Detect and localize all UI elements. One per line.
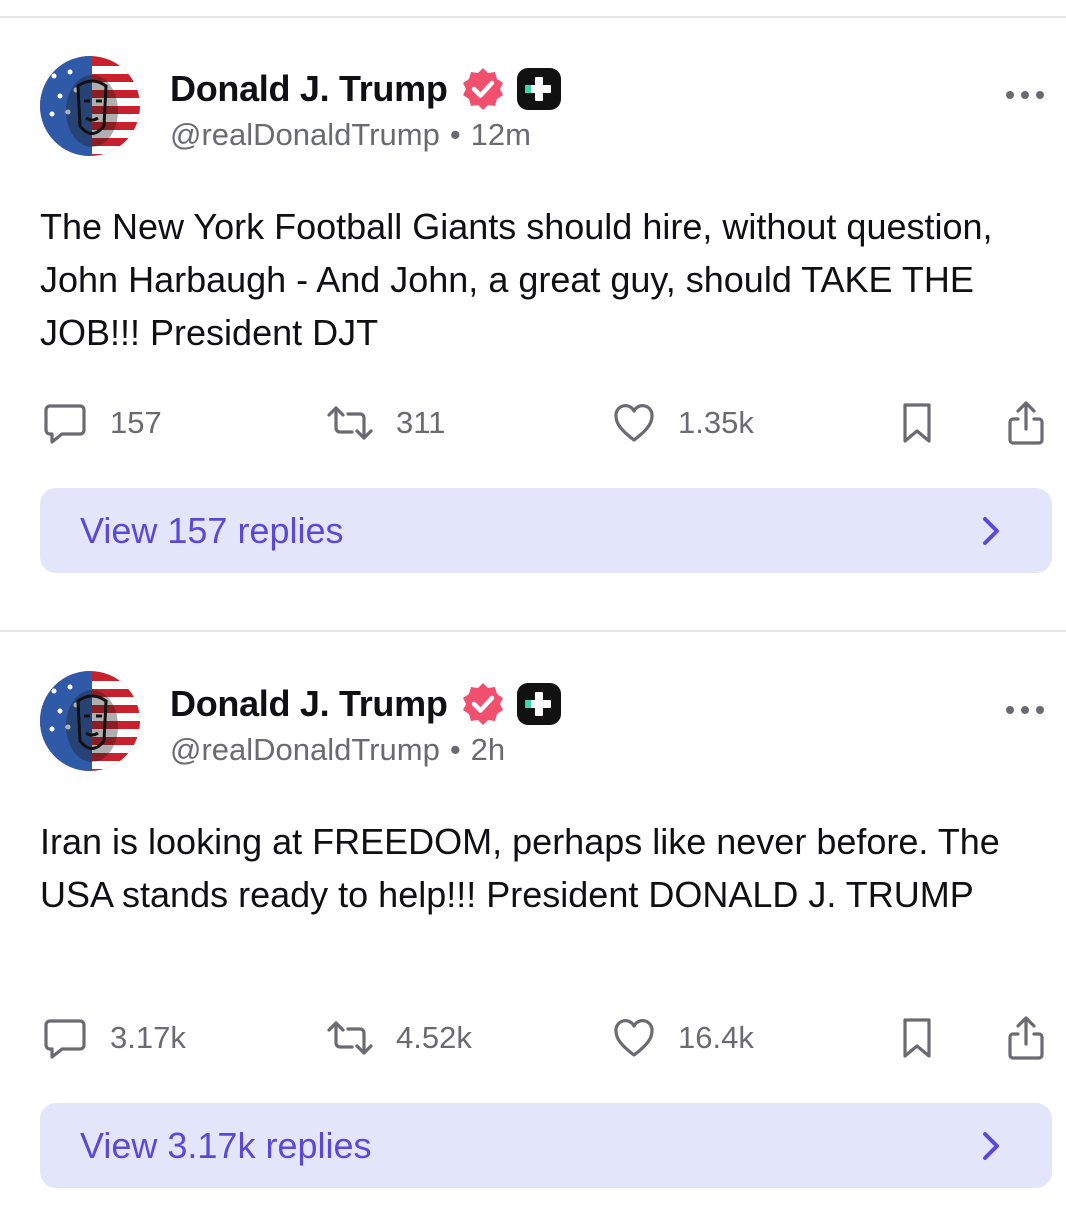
comment-icon [44, 1019, 86, 1059]
comment-icon [44, 404, 86, 444]
repost-count: 311 [396, 405, 446, 440]
plus-badge-icon [516, 68, 561, 110]
repost-button[interactable]: 4.52k [326, 1010, 472, 1066]
post-text: Iran is looking at FREEDOM, perhaps like… [40, 821, 1000, 915]
share-button[interactable] [1005, 1010, 1047, 1066]
author-name[interactable]: Donald J. Trump [170, 68, 448, 110]
author-name[interactable]: Donald J. Trump [170, 683, 448, 725]
post-time[interactable]: 2h [471, 732, 505, 768]
action-bar: 157 311 1.35k [0, 395, 1066, 451]
like-count: 1.35k [678, 405, 754, 440]
meta-separator: • [449, 732, 461, 767]
post-time[interactable]: 12m [471, 117, 531, 153]
post-text: The New York Football Giants should hire… [40, 206, 993, 353]
author-handle[interactable]: @realDonaldTrump [170, 732, 440, 768]
share-button[interactable] [1005, 395, 1047, 451]
like-count: 16.4k [678, 1020, 754, 1055]
chevron-right-icon [983, 1132, 999, 1160]
chevron-right-icon [983, 517, 999, 545]
repost-button[interactable]: 311 [326, 395, 445, 451]
heart-icon [614, 404, 654, 442]
bookmark-button[interactable] [900, 1010, 934, 1066]
reply-button[interactable]: 157 [42, 395, 162, 451]
view-replies-button[interactable]: View 3.17k replies [40, 1103, 1052, 1188]
more-options-icon[interactable] [1004, 88, 1046, 102]
bookmark-icon [903, 1018, 931, 1058]
plus-badge-icon [516, 683, 561, 725]
more-options-icon[interactable] [1004, 703, 1046, 717]
verified-badge-icon [462, 683, 503, 725]
avatar[interactable] [40, 56, 140, 156]
post-card: Donald J. Trump @realDonaldTrump • 12m T… [0, 0, 1066, 600]
repost-icon [327, 406, 373, 440]
repost-count: 4.52k [396, 1020, 472, 1055]
reply-count: 3.17k [110, 1020, 186, 1055]
post-meta: @realDonaldTrump • 2h [170, 732, 505, 768]
author-row: Donald J. Trump [170, 679, 562, 729]
like-button[interactable]: 16.4k [612, 1010, 754, 1066]
post-meta: @realDonaldTrump • 12m [170, 117, 531, 153]
action-bar: 3.17k 4.52k 16.4k [0, 1010, 1066, 1066]
reply-button[interactable]: 3.17k [42, 1010, 186, 1066]
bookmark-icon [903, 403, 931, 443]
verified-badge-icon [462, 68, 503, 110]
author-row: Donald J. Trump [170, 64, 562, 114]
reply-count: 157 [110, 405, 162, 440]
post-card: Donald J. Trump @realDonaldTrump • 2h Ir… [0, 615, 1066, 1215]
share-icon [1008, 401, 1044, 445]
heart-icon [614, 1019, 654, 1057]
share-icon [1008, 1016, 1044, 1060]
repost-icon [327, 1021, 373, 1055]
bookmark-button[interactable] [900, 395, 934, 451]
like-button[interactable]: 1.35k [612, 395, 754, 451]
meta-separator: • [449, 117, 461, 152]
view-replies-button[interactable]: View 157 replies [40, 488, 1052, 573]
author-handle[interactable]: @realDonaldTrump [170, 117, 440, 153]
avatar[interactable] [40, 671, 140, 771]
view-replies-label: View 157 replies [80, 510, 344, 551]
view-replies-label: View 3.17k replies [80, 1125, 372, 1166]
